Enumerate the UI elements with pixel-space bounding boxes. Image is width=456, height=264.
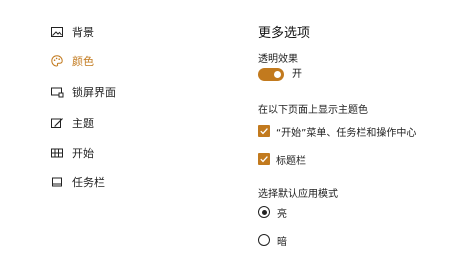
app-mode-label: 选择默认应用模式 [258, 189, 338, 200]
sidebar-item-label: 主题 [72, 117, 94, 130]
radio-unselected-icon [258, 234, 270, 246]
checkbox-label: “开始”菜单、任务栏和操作中心 [276, 127, 417, 139]
checkbox-checked-icon [258, 125, 270, 137]
palette-icon [50, 54, 64, 68]
taskbar-icon [50, 175, 64, 189]
sidebar-item-themes[interactable]: 主题 [50, 113, 94, 133]
sidebar-item-label: 开始 [72, 147, 94, 160]
picture-icon [50, 25, 64, 39]
start-taskbar-action-center-checkbox[interactable]: “开始”菜单、任务栏和操作中心 [258, 124, 417, 139]
sidebar-item-start[interactable]: 开始 [50, 143, 94, 163]
radio-selected-icon [258, 206, 270, 218]
sidebar-item-taskbar[interactable]: 任务栏 [50, 172, 105, 192]
sidebar: 背景 颜色 锁屏界面 主题 开始 任务栏 [0, 0, 240, 264]
light-mode-radio[interactable]: 亮 [258, 205, 287, 220]
more-options-panel: 更多选项 透明效果 开 在以下页面上显示主题色 “开始”菜单、任务栏和操作中心 … [258, 0, 456, 264]
sidebar-item-label: 任务栏 [72, 176, 105, 189]
sidebar-item-lock-screen[interactable]: 锁屏界面 [50, 82, 116, 102]
sidebar-item-background[interactable]: 背景 [50, 22, 94, 42]
checkbox-checked-icon [258, 153, 270, 165]
transparency-state-label: 开 [292, 69, 302, 80]
accent-surfaces-label: 在以下页面上显示主题色 [258, 105, 368, 116]
checkbox-label: 标题栏 [276, 155, 306, 167]
sidebar-item-colors[interactable]: 颜色 [50, 51, 94, 71]
sidebar-item-label: 锁屏界面 [72, 86, 116, 99]
sidebar-item-label: 背景 [72, 26, 94, 39]
lock-screen-icon [50, 85, 64, 99]
dark-mode-radio[interactable]: 暗 [258, 233, 287, 248]
title-bars-checkbox[interactable]: 标题栏 [258, 152, 306, 167]
transparency-toggle[interactable] [258, 68, 284, 81]
radio-label: 亮 [277, 208, 287, 220]
section-title: 更多选项 [258, 26, 311, 41]
start-tiles-icon [50, 146, 64, 160]
toggle-knob [274, 71, 281, 78]
theme-brush-icon [50, 116, 64, 130]
sidebar-item-label: 颜色 [72, 55, 94, 68]
transparency-label: 透明效果 [258, 54, 298, 65]
radio-label: 暗 [277, 236, 287, 248]
